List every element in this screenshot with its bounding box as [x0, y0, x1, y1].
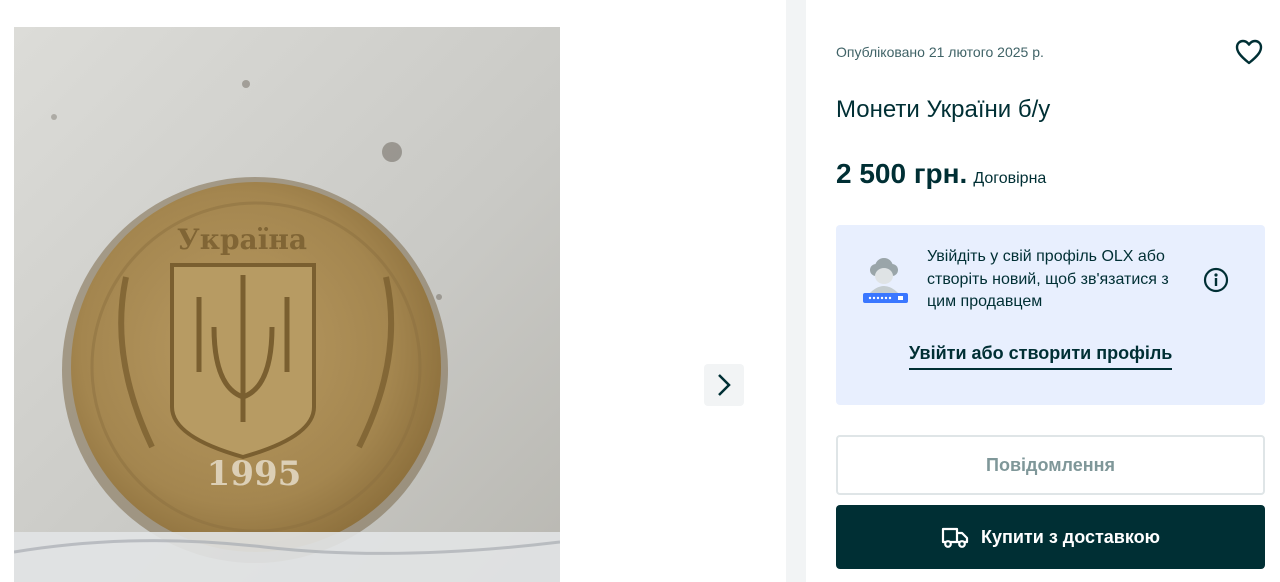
- truck-icon: [941, 527, 969, 548]
- price-row: 2 500 грн. Договірна: [836, 158, 1046, 190]
- info-icon: [1203, 267, 1229, 293]
- published-date: Опубліковано 21 лютого 2025 р.: [836, 44, 1044, 60]
- buy-button-label: Купити з доставкою: [981, 526, 1160, 547]
- favorite-button[interactable]: [1234, 37, 1264, 67]
- login-prompt-box: Увійдіть у свій профіль OLX або створіть…: [836, 225, 1265, 405]
- chevron-right-icon: [718, 374, 731, 396]
- photo-gallery: Україна 1995: [0, 0, 786, 582]
- coin-image: Україна 1995: [14, 27, 560, 582]
- column-divider: [786, 0, 806, 582]
- heart-icon: [1235, 39, 1263, 65]
- next-photo-button[interactable]: [704, 364, 744, 406]
- negotiable-label: Договірна: [973, 170, 1047, 187]
- coin-inscription: Україна: [177, 223, 307, 256]
- listing-photo[interactable]: Україна 1995: [14, 27, 560, 582]
- message-button[interactable]: Повідомлення: [836, 435, 1265, 495]
- listing-details: Опубліковано 21 лютого 2025 р. Монети Ук…: [836, 0, 1266, 582]
- coin-year: 1995: [207, 454, 302, 494]
- listing-page: Україна 1995 Опубліковано 21 лютого 2025…: [0, 0, 1280, 582]
- price: 2 500 грн.: [836, 158, 968, 189]
- listing-title: Монети України б/у: [836, 96, 1051, 123]
- login-prompt-text: Увійдіть у свій профіль OLX або створіть…: [927, 248, 1169, 310]
- login-or-register-link[interactable]: Увійти або створити профіль: [909, 343, 1173, 370]
- info-button[interactable]: [1203, 267, 1229, 293]
- buy-with-delivery-button[interactable]: Купити з доставкою: [836, 505, 1265, 569]
- avatar-placeholder-icon: [863, 258, 908, 303]
